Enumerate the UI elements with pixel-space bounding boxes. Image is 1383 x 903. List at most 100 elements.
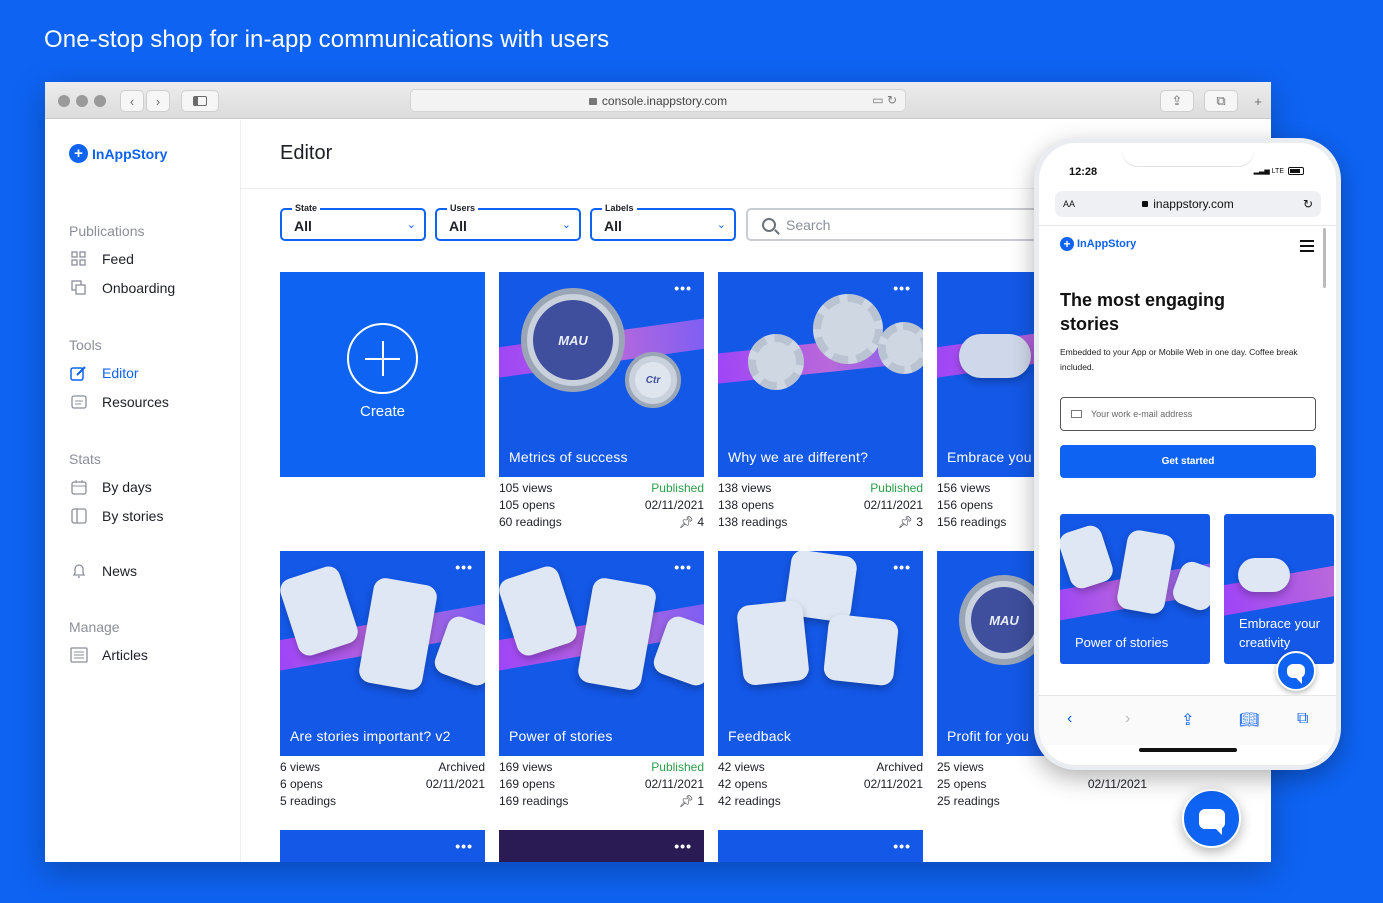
sidebar-item-label: By days: [102, 479, 152, 495]
date-text: 02/11/2021: [644, 777, 704, 791]
date-text: 02/11/2021: [1087, 777, 1147, 791]
sidebar-item-articles[interactable]: Articles: [69, 647, 148, 663]
reader-reload-icons[interactable]: ▭ ↻: [872, 93, 897, 107]
phone-brand-logo[interactable]: + InAppStory: [1060, 237, 1136, 251]
phone-status: ▂▃▅ LTE: [1254, 167, 1304, 175]
toggle-icon: [959, 334, 1031, 378]
filter-value: All: [294, 218, 312, 234]
phone-story-card[interactable]: Power of stories: [1060, 514, 1210, 664]
sidebar-item-label: Resources: [102, 394, 169, 410]
text-size-button[interactable]: AA: [1063, 199, 1075, 209]
plus-icon: +: [1254, 93, 1262, 109]
readings-count: 60 readings: [499, 515, 562, 529]
forward-button[interactable]: ›: [146, 90, 170, 112]
date-text: 02/11/2021: [425, 777, 485, 791]
back-icon[interactable]: ‹: [1067, 710, 1072, 728]
sidebar-item-resources[interactable]: Resources: [69, 394, 169, 410]
more-menu-icon[interactable]: •••: [674, 559, 692, 575]
reload-icon[interactable]: ↻: [1303, 197, 1313, 211]
sidebar-toggle-button[interactable]: [181, 90, 219, 112]
more-menu-icon[interactable]: •••: [893, 838, 911, 854]
bookmarks-icon[interactable]: 📖︎: [1239, 710, 1259, 730]
sidebar-item-onboarding[interactable]: Onboarding: [69, 280, 175, 296]
more-menu-icon[interactable]: •••: [674, 838, 692, 854]
phone-story-card[interactable]: Embrace your creativity: [1224, 514, 1334, 664]
chat-button[interactable]: [1276, 651, 1316, 691]
close-window-button[interactable]: [58, 95, 70, 107]
new-tab-button[interactable]: +: [1246, 90, 1270, 112]
share-button[interactable]: ⇪: [1160, 90, 1194, 112]
hero-subtitle: Embedded to your App or Mobile Web in on…: [1060, 347, 1298, 372]
get-started-button[interactable]: Get started: [1060, 445, 1316, 478]
users-filter[interactable]: Users All ⌄: [435, 203, 581, 241]
chat-bubble-icon: [1198, 808, 1225, 835]
more-menu-icon[interactable]: •••: [674, 280, 692, 296]
story-card[interactable]: ••• Power of stories: [499, 551, 704, 756]
panel-icon: [69, 508, 88, 524]
menu-icon[interactable]: [1300, 240, 1314, 255]
story-card[interactable]: ••• Are stories important? v2: [280, 551, 485, 756]
credit-card-icon: [822, 613, 900, 687]
more-menu-icon[interactable]: •••: [893, 280, 911, 296]
story-card[interactable]: •••: [499, 830, 704, 862]
phone-address-bar[interactable]: AA inappstory.com ↻: [1055, 191, 1321, 217]
email-field[interactable]: Your work e-mail address: [1060, 397, 1316, 431]
sidebar-item-editor[interactable]: Editor: [69, 365, 139, 381]
calendar-icon: [69, 479, 88, 495]
tabs-button[interactable]: ⧉: [1204, 90, 1238, 112]
sidebar-item-label: Editor: [102, 365, 139, 381]
story-card[interactable]: ••• Feedback: [718, 551, 923, 756]
sidebar-item-feed[interactable]: Feed: [69, 251, 134, 267]
phone-grid-icon: [576, 576, 658, 692]
sidebar-item-news[interactable]: News: [69, 563, 137, 579]
sidebar-item-by-days[interactable]: By days: [69, 479, 152, 495]
story-card[interactable]: ••• Why we are different?: [718, 272, 923, 477]
views-count: 6 views: [280, 760, 321, 774]
share-icon[interactable]: ⇪: [1181, 710, 1194, 730]
brand-name: InAppStory: [1077, 238, 1137, 250]
back-button[interactable]: ‹: [120, 90, 144, 112]
sidebar-icon: [193, 96, 207, 106]
readings-count: 169 readings: [499, 794, 569, 808]
sidebar-item-label: By stories: [102, 508, 164, 524]
status-badge: Archived: [438, 760, 485, 774]
forward-icon[interactable]: ›: [1125, 710, 1130, 728]
readings-count: 156 readings: [937, 515, 1007, 529]
date-text: 02/11/2021: [863, 498, 923, 512]
more-menu-icon[interactable]: •••: [893, 559, 911, 575]
chat-bubble-icon: [1287, 664, 1305, 684]
story-card[interactable]: MAU Profit for you: [937, 551, 1047, 756]
scrollbar[interactable]: [1323, 228, 1326, 288]
create-story-card[interactable]: Create: [280, 272, 485, 477]
state-filter[interactable]: State All ⌄: [280, 203, 426, 241]
brand-logo[interactable]: + InAppStory: [69, 144, 167, 163]
pin-icon: 📌︎: [678, 515, 694, 529]
story-card[interactable]: •••: [280, 830, 485, 862]
maximize-window-button[interactable]: [94, 95, 106, 107]
gauge-label: MAU: [533, 300, 613, 380]
search-input[interactable]: Search: [746, 208, 1046, 241]
more-menu-icon[interactable]: •••: [455, 838, 473, 854]
toggle-icon: [1238, 558, 1290, 592]
story-card[interactable]: MAU Ctr ••• Metrics of success: [499, 272, 704, 477]
network-label: LTE: [1271, 167, 1284, 175]
story-title: Embrace your creativity: [1239, 616, 1320, 650]
chat-button[interactable]: [1182, 789, 1241, 848]
gauge-icon: MAU: [521, 288, 625, 392]
minimize-window-button[interactable]: [76, 95, 88, 107]
tabs-icon[interactable]: ⧉: [1297, 710, 1308, 728]
chevron-right-icon: ›: [155, 93, 161, 109]
chevron-left-icon: ‹: [129, 93, 135, 109]
address-bar[interactable]: console.inappstory.com ▭ ↻: [410, 89, 906, 112]
story-card[interactable]: Embrace you: [937, 272, 1047, 477]
share-icon: ⇪: [1171, 93, 1183, 108]
story-card[interactable]: •••: [718, 830, 923, 862]
labels-filter[interactable]: Labels All ⌄: [590, 203, 736, 241]
small-gauge-icon: Ctr: [625, 352, 681, 408]
pin-icon: 📌︎: [678, 794, 694, 808]
sidebar-item-by-stories[interactable]: By stories: [69, 508, 163, 524]
more-menu-icon[interactable]: •••: [455, 559, 473, 575]
pin-icon: 📌︎: [897, 515, 913, 529]
phone-url: inappstory.com: [1153, 197, 1234, 211]
tabs-icon: ⧉: [1216, 93, 1226, 108]
